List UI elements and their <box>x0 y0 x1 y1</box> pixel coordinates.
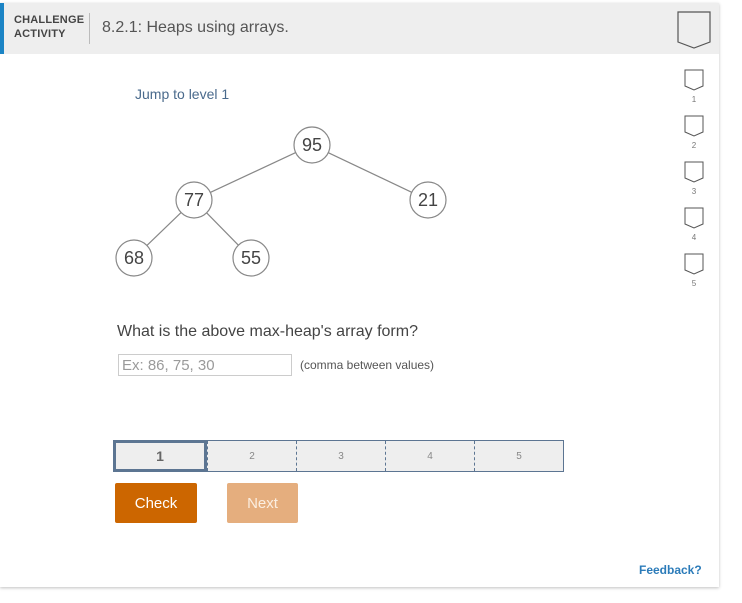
level-1-badge-icon <box>684 69 704 91</box>
next-button[interactable]: Next <box>227 483 298 523</box>
level-4-badge-icon <box>684 207 704 229</box>
tree-edge <box>210 152 296 193</box>
level-badge-number: 1 <box>691 95 697 104</box>
tree-node-value: 68 <box>124 248 144 268</box>
tree-node: 77 <box>175 181 213 219</box>
level-tab-3[interactable]: 3 <box>296 441 385 471</box>
level-badge-number: 4 <box>691 233 697 242</box>
level-2-badge-icon <box>684 115 704 137</box>
tree-edge <box>206 212 239 246</box>
heap-tree-diagram: 95 77 21 68 55 <box>115 126 447 277</box>
challenge-activity-card: CHALLENGE ACTIVITY 8.2.1: Heaps using ar… <box>0 3 719 587</box>
level-tab-4[interactable]: 4 <box>385 441 474 471</box>
level-badge-number: 2 <box>691 141 697 150</box>
level-tab-1[interactable]: 1 <box>113 440 207 472</box>
tree-node-value: 55 <box>241 248 261 268</box>
check-button[interactable]: Check <box>115 483 197 523</box>
feedback-link[interactable]: Feedback? <box>639 563 702 577</box>
tree-node-value: 95 <box>302 135 322 155</box>
level-tab-5[interactable]: 5 <box>474 441 563 471</box>
level-progress-bar: 1 2 3 4 5 <box>113 440 564 472</box>
tree-node-value: 77 <box>184 190 204 210</box>
tree-node: 21 <box>409 181 447 219</box>
answer-input[interactable] <box>118 354 292 376</box>
tree-node: 55 <box>232 239 270 277</box>
tree-node: 68 <box>115 239 153 277</box>
level-badge-number: 5 <box>691 279 697 288</box>
answer-hint: (comma between values) <box>300 358 435 372</box>
level-5-badge-icon <box>684 253 704 275</box>
level-tab-2[interactable]: 2 <box>207 441 296 471</box>
level-badge-number: 3 <box>691 187 697 196</box>
tree-node-value: 21 <box>418 190 438 210</box>
tree-node: 95 <box>293 126 331 164</box>
question-prompt: What is the above max-heap's array form? <box>117 323 418 340</box>
tree-edge <box>146 212 182 246</box>
level-3-badge-icon <box>684 161 704 183</box>
tree-edge <box>328 152 412 193</box>
